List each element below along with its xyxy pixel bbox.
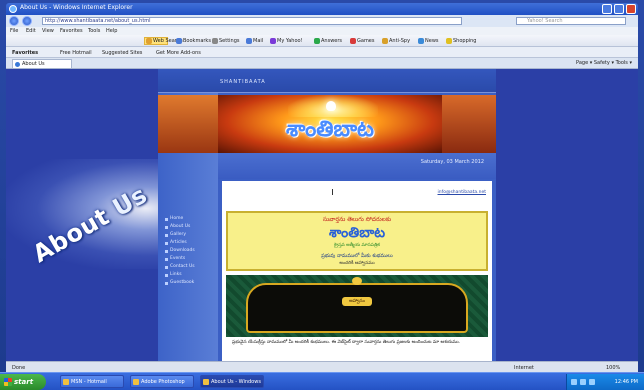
minimize-button[interactable] bbox=[602, 4, 612, 14]
url-input[interactable]: http://www.shantibaata.net/about_us.html bbox=[42, 17, 462, 25]
date-row: Saturday, 03 March 2012 bbox=[218, 153, 496, 179]
menu-link-guestbook[interactable]: Guestbook bbox=[164, 279, 216, 287]
volume-icon[interactable] bbox=[580, 379, 586, 385]
games-button[interactable]: Games bbox=[350, 37, 375, 45]
site-header: SHANTIBAATA bbox=[158, 69, 496, 93]
info-line-1: సువార్తను తెలుగు సోదరులకు bbox=[322, 216, 392, 223]
fav-suggested-sites[interactable]: Suggested Sites bbox=[102, 50, 142, 56]
menu-link-articles[interactable]: Articles bbox=[164, 239, 216, 247]
close-button[interactable] bbox=[626, 4, 636, 14]
menu-link-about[interactable]: About Us bbox=[164, 223, 216, 231]
lamp-icon bbox=[326, 101, 336, 111]
yahoo-toolbar: Web Search Bookmarks Settings Mail My Ya… bbox=[6, 35, 638, 47]
menu-view[interactable]: View bbox=[42, 28, 54, 34]
title-bar: About Us - Windows Internet Explorer bbox=[6, 3, 638, 15]
banner-title: శాంతిబాట bbox=[285, 117, 375, 142]
site-name: SHANTIBAATA bbox=[220, 79, 266, 85]
shopping-button[interactable]: Shopping bbox=[446, 37, 476, 45]
info-line-5: అందరికీ ఆహ్వానము bbox=[339, 261, 375, 266]
frame-label: ఆహ్వానం bbox=[342, 297, 372, 306]
info-title: శాంతిబాట bbox=[328, 225, 386, 241]
menu-help[interactable]: Help bbox=[106, 28, 117, 34]
menu-bar: File Edit View Favorites Tools Help bbox=[6, 27, 638, 35]
anti-spy-button[interactable]: Anti-Spy bbox=[382, 37, 410, 45]
ie-window: About Us - Windows Internet Explorer htt… bbox=[0, 0, 644, 390]
menu-edit[interactable]: Edit bbox=[26, 28, 36, 34]
zoom-level[interactable]: 100% bbox=[606, 365, 620, 371]
settings-button[interactable]: Settings bbox=[212, 37, 240, 45]
fav-free-hotmail[interactable]: Free Hotmail bbox=[60, 50, 92, 56]
command-bar: Page ▾ Safety ▾ Tools ▾ bbox=[576, 60, 632, 66]
answers-button[interactable]: Answers bbox=[314, 37, 342, 45]
page-viewport: SHANTIBAATA శాంతిబాట Saturday, 03 March … bbox=[6, 69, 638, 361]
site-banner: శాంతిబాట bbox=[218, 95, 442, 153]
mail-button[interactable]: Mail bbox=[246, 37, 263, 45]
menu-link-contact[interactable]: Contact Us bbox=[164, 263, 216, 271]
menu-favorites[interactable]: Favorites bbox=[60, 28, 83, 34]
tab-about-us[interactable]: About Us bbox=[12, 59, 72, 68]
my-yahoo-button[interactable]: My Yahoo! bbox=[270, 37, 303, 45]
security-icon[interactable] bbox=[589, 379, 595, 385]
back-icon[interactable] bbox=[9, 16, 19, 26]
maximize-button[interactable] bbox=[614, 4, 624, 14]
task-hotmail[interactable]: MSN - Hotmail bbox=[60, 375, 124, 388]
decorative-frame: ఆహ్వానం ప్రభువైన యేసుక్రీస్తు నామములో మీ… bbox=[226, 275, 488, 361]
menu-file[interactable]: File bbox=[10, 28, 18, 34]
security-zone: Internet bbox=[514, 365, 534, 371]
info-line-4: ప్రభువు నామములో మీకు శుభములు bbox=[321, 253, 393, 259]
page-menu[interactable]: Page bbox=[576, 60, 588, 66]
status-bar: Done Internet 100% bbox=[6, 361, 638, 372]
info-line-3: క్రైస్తవ ఆత్మీయ మాసపత్రిక bbox=[334, 243, 380, 248]
task-photoshop[interactable]: Adobe Photoshop bbox=[130, 375, 194, 388]
menu-link-gallery[interactable]: Gallery bbox=[164, 231, 216, 239]
main-content: info@shantibaata.net సువార్తను తెలుగు సో… bbox=[222, 181, 492, 361]
banner-right-decoration bbox=[442, 95, 496, 153]
taskbar: start MSN - Hotmail Adobe Photoshop Abou… bbox=[0, 372, 644, 390]
start-button[interactable]: start bbox=[0, 374, 46, 390]
ie-logo-icon bbox=[9, 5, 17, 13]
menu-link-downloads[interactable]: Downloads bbox=[164, 247, 216, 255]
menu-link-links[interactable]: Links bbox=[164, 271, 216, 279]
bookmarks-button[interactable]: Bookmarks bbox=[176, 37, 211, 45]
news-button[interactable]: News bbox=[418, 37, 439, 45]
status-text: Done bbox=[12, 365, 26, 371]
site-menu: Home About Us Gallery Articles Downloads… bbox=[164, 215, 216, 287]
tools-menu[interactable]: Tools bbox=[616, 60, 628, 66]
email-link[interactable]: info@shantibaata.net bbox=[438, 190, 486, 195]
frame-text: ప్రభువైన యేసుక్రీస్తు నామములో మీ అందరికీ… bbox=[226, 337, 488, 361]
menu-tools[interactable]: Tools bbox=[88, 28, 100, 34]
tab-bar: About Us Page ▾ Safety ▾ Tools ▾ bbox=[6, 58, 638, 69]
system-tray: 12:46 PM bbox=[566, 374, 644, 390]
favorites-button[interactable]: Favorites bbox=[12, 50, 38, 56]
info-box: సువార్తను తెలుగు సోదరులకు శాంతిబాట క్రైస… bbox=[226, 211, 488, 271]
website: SHANTIBAATA శాంతిబాట Saturday, 03 March … bbox=[158, 69, 496, 361]
clock: 12:46 PM bbox=[614, 379, 638, 385]
favorites-bar: Favorites Free Hotmail Suggested Sites G… bbox=[6, 47, 638, 58]
address-bar: http://www.shantibaata.net/about_us.html… bbox=[6, 15, 638, 27]
page-right-margin bbox=[496, 69, 638, 361]
crown-icon bbox=[352, 277, 362, 285]
banner-left-decoration bbox=[158, 95, 218, 153]
forward-icon[interactable] bbox=[22, 16, 32, 26]
fav-get-more-addons[interactable]: Get More Add-ons bbox=[156, 50, 201, 56]
menu-link-home[interactable]: Home bbox=[164, 215, 216, 223]
search-input[interactable]: Yahoo! Search bbox=[516, 17, 626, 25]
current-date: Saturday, 03 March 2012 bbox=[420, 159, 484, 165]
safety-menu[interactable]: Safety bbox=[594, 60, 610, 66]
text-cursor bbox=[332, 189, 333, 195]
gold-border bbox=[246, 283, 468, 333]
task-ie-about-us[interactable]: About Us - Windows I... bbox=[200, 375, 264, 388]
network-icon[interactable] bbox=[571, 379, 577, 385]
window-title: About Us - Windows Internet Explorer bbox=[20, 4, 133, 11]
menu-link-events[interactable]: Events bbox=[164, 255, 216, 263]
